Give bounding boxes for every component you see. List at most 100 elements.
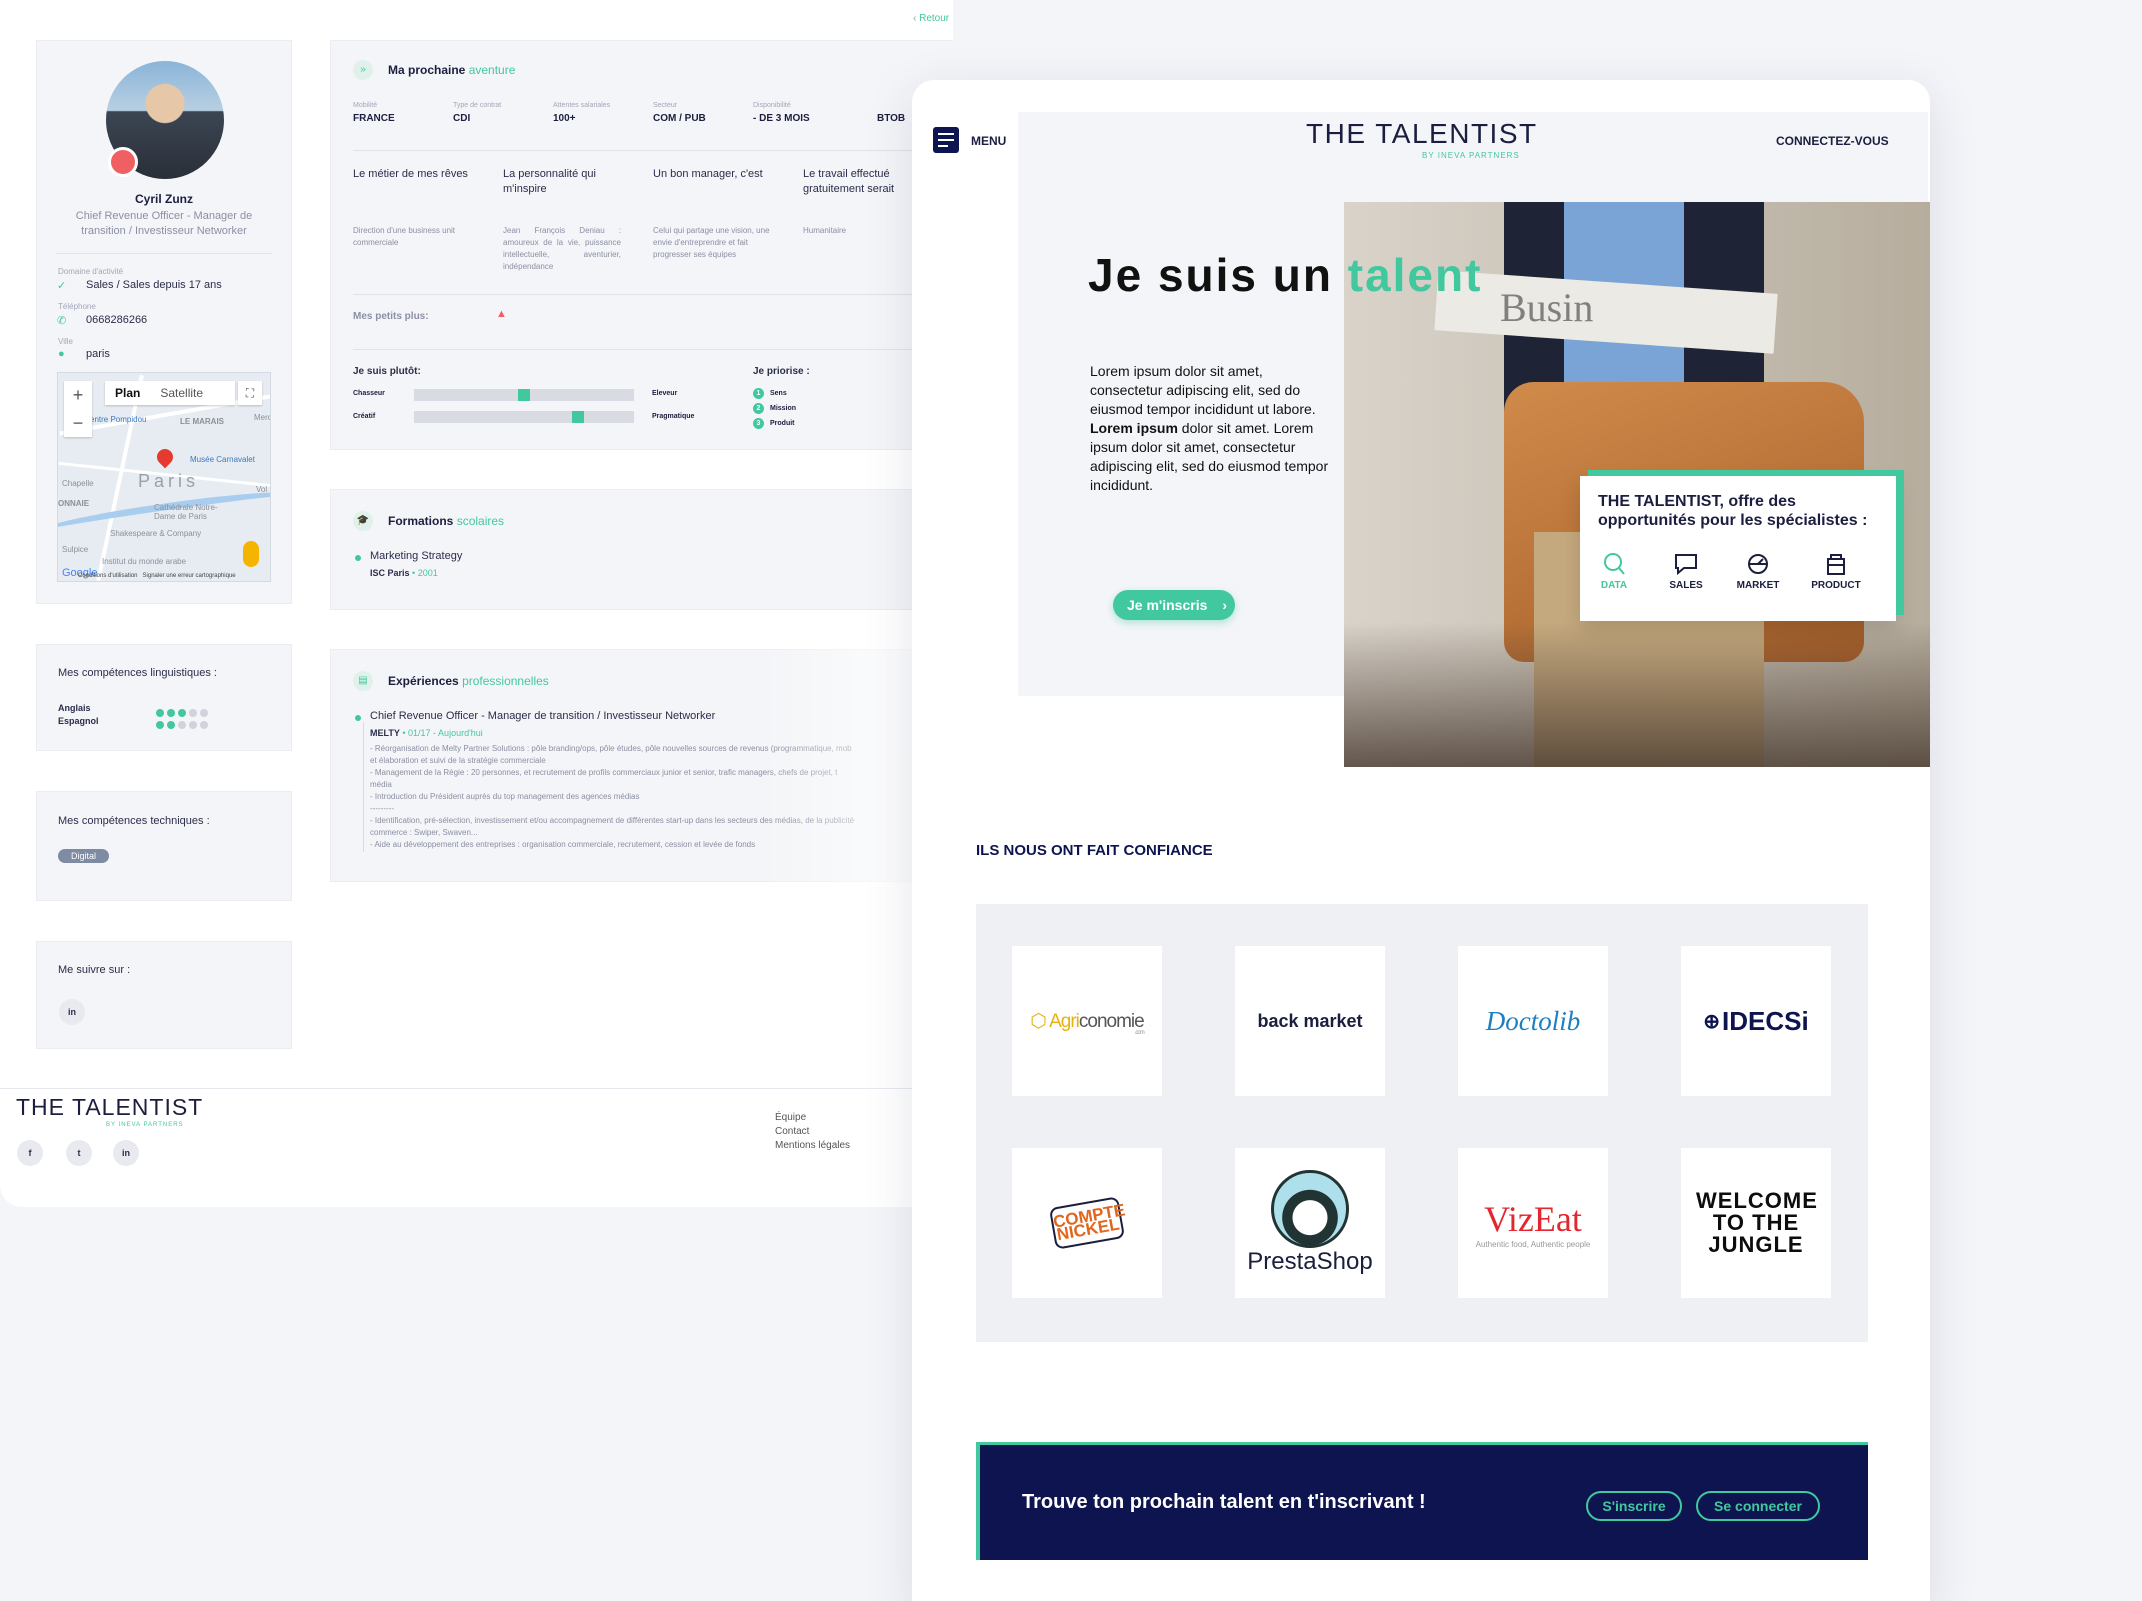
map-plan-button[interactable]: Plan: [105, 381, 150, 405]
logo-idecsi[interactable]: ⊕ IDECSi: [1681, 946, 1831, 1096]
rather-title: Je suis plutôt:: [353, 366, 421, 377]
trait-bar: [414, 389, 634, 401]
map-type-toggle: Plan Satellite: [105, 381, 235, 405]
city-label: Ville: [58, 337, 73, 346]
tech-skills-card: [36, 791, 292, 901]
map-satellite-button[interactable]: Satellite: [150, 381, 213, 405]
map-pin-icon[interactable]: [153, 445, 177, 469]
specialty-sales[interactable]: SALES: [1656, 552, 1716, 591]
logo-welcome-jungle[interactable]: WELCOME TO THE JUNGLE: [1681, 1148, 1831, 1298]
login-link[interactable]: CONNECTEZ-VOUS: [1776, 134, 1889, 148]
footer-link-team[interactable]: Équipe: [775, 1112, 806, 1123]
stat-label: Mobilité: [353, 102, 378, 109]
chat-icon: [1675, 554, 1697, 576]
specialty-data[interactable]: DATA: [1584, 552, 1644, 591]
city-value: paris: [86, 348, 110, 360]
logo-vizeat[interactable]: VizEat Authentic food, Authentic people: [1458, 1148, 1608, 1298]
map-city-label: Paris: [138, 471, 200, 491]
gauge-icon: [1748, 554, 1768, 574]
map-report-link[interactable]: Signaler une erreur cartographique: [143, 573, 236, 579]
linkedin-icon[interactable]: in: [59, 999, 85, 1025]
priority-item: 2 Mission: [753, 403, 796, 414]
stat-label: Attentes salariales: [553, 102, 611, 109]
languages-card: [36, 644, 292, 751]
trait-right: Pragmatique: [652, 413, 695, 420]
question: La personnalité qui m'inspire: [503, 168, 596, 195]
formations-title: Formations scolaires: [388, 514, 505, 528]
google-map[interactable]: entre Pompidou LE MARAIS Musée Carnavale…: [57, 372, 271, 582]
language-level-dot: [178, 721, 186, 729]
specialty-market[interactable]: MARKET: [1728, 552, 1788, 591]
trait-right: Eleveur: [652, 390, 678, 397]
phone-value[interactable]: 0668286266: [86, 314, 147, 326]
brand-logo[interactable]: THE TALENTIST: [1306, 118, 1538, 150]
logo-agriconomie[interactable]: ⬡ Agriconomie .com: [1012, 946, 1162, 1096]
footer-brand-sub: BY INEVA PARTNERS: [106, 1122, 184, 1128]
chevron-right-icon: ›: [1222, 597, 1227, 613]
profile-role: Chief Revenue Officer - Manager de trans…: [75, 210, 253, 237]
question: Un bon manager, c'est: [653, 168, 763, 180]
language-level-dot: [200, 721, 208, 729]
tech-skills-title: Mes compétences techniques :: [58, 815, 210, 827]
linkedin-icon[interactable]: in: [113, 1140, 139, 1166]
document-icon: ▤: [353, 671, 373, 691]
menu-label[interactable]: MENU: [971, 134, 1006, 148]
formation-name: Marketing Strategy: [370, 550, 463, 562]
footer-divider: [0, 1088, 953, 1089]
map-label: Sulpice: [62, 545, 89, 554]
divider: [353, 349, 953, 350]
status-badge: [108, 147, 138, 177]
stat-value: BTOB: [877, 113, 906, 124]
language-level-dot: [189, 721, 197, 729]
cta-signup-button[interactable]: S'inscrire: [1586, 1491, 1682, 1521]
languages-title: Mes compétences linguistiques :: [58, 667, 217, 679]
priority-item: 3 Produit: [753, 418, 795, 429]
signup-hero-button[interactable]: Je m'inscris ›: [1113, 590, 1235, 620]
logo-prestashop[interactable]: PrestaShop: [1235, 1148, 1385, 1298]
language-name: Anglais: [58, 703, 91, 713]
map-zoom-control: + −: [64, 381, 92, 437]
trust-title: ILS NOUS ONT FAIT CONFIANCE: [976, 842, 1213, 859]
map-footer: Conditions d'utilisation Signaler une er…: [78, 573, 236, 579]
logo-nickel[interactable]: COMPTE NICKEL: [1012, 1148, 1162, 1298]
question: Le métier de mes rêves: [353, 168, 468, 180]
phone-icon: ✆: [57, 315, 67, 327]
formation-school: ISC Paris • 2001: [370, 568, 438, 578]
street-view-icon[interactable]: [243, 541, 259, 567]
twitter-icon[interactable]: t: [66, 1140, 92, 1166]
zoom-out-button[interactable]: −: [64, 409, 92, 437]
follow-title: Me suivre sur :: [58, 964, 131, 976]
cta-banner: Trouve ton prochain talent en t'inscriva…: [976, 1442, 1868, 1560]
map-label: Merc: [254, 413, 271, 422]
zoom-in-button[interactable]: +: [64, 381, 92, 409]
cta-login-button[interactable]: Se connecter: [1696, 1491, 1820, 1521]
menu-icon[interactable]: [933, 127, 959, 153]
box-icon: [1827, 554, 1845, 575]
back-link[interactable]: ‹ Retour: [913, 13, 949, 24]
cta-text: Trouve ton prochain talent en t'inscriva…: [1022, 1491, 1426, 1513]
hero-text: Lorem ipsum dolor sit amet, consectetur …: [1090, 363, 1329, 493]
specialty-product[interactable]: PRODUCT: [1806, 552, 1866, 591]
stat-value: 100+: [553, 113, 576, 124]
divider: [353, 294, 953, 295]
divider: [353, 150, 953, 151]
divider: [56, 253, 272, 254]
logo-doctolib[interactable]: Doctolib: [1458, 946, 1608, 1096]
logo-backmarket[interactable]: back market: [1235, 946, 1385, 1096]
logos-grid: ⬡ Agriconomie .com back market Doctolib ⊕…: [976, 904, 1868, 1342]
trait-marker: [572, 411, 584, 423]
map-label: ONNAIE: [58, 499, 90, 508]
footer-brand[interactable]: THE TALENTIST: [16, 1094, 203, 1121]
footer-link-legal[interactable]: Mentions légales: [775, 1140, 850, 1151]
graduation-cap-icon: 🎓: [353, 511, 373, 531]
specialists-card: THE TALENTIST, offre des opportunités po…: [1580, 476, 1896, 621]
language-level-dot: [156, 721, 164, 729]
brand-sub: BY INEVA PARTNERS: [1422, 151, 1520, 160]
map-terms-link[interactable]: Conditions d'utilisation: [78, 573, 138, 579]
map-label: LE MARAIS: [180, 417, 224, 426]
map-label: Chapelle: [62, 479, 94, 488]
footer-link-contact[interactable]: Contact: [775, 1126, 809, 1137]
trait-left: Chasseur: [353, 390, 385, 397]
facebook-icon[interactable]: f: [17, 1140, 43, 1166]
fullscreen-icon[interactable]: ⛶: [238, 381, 262, 405]
